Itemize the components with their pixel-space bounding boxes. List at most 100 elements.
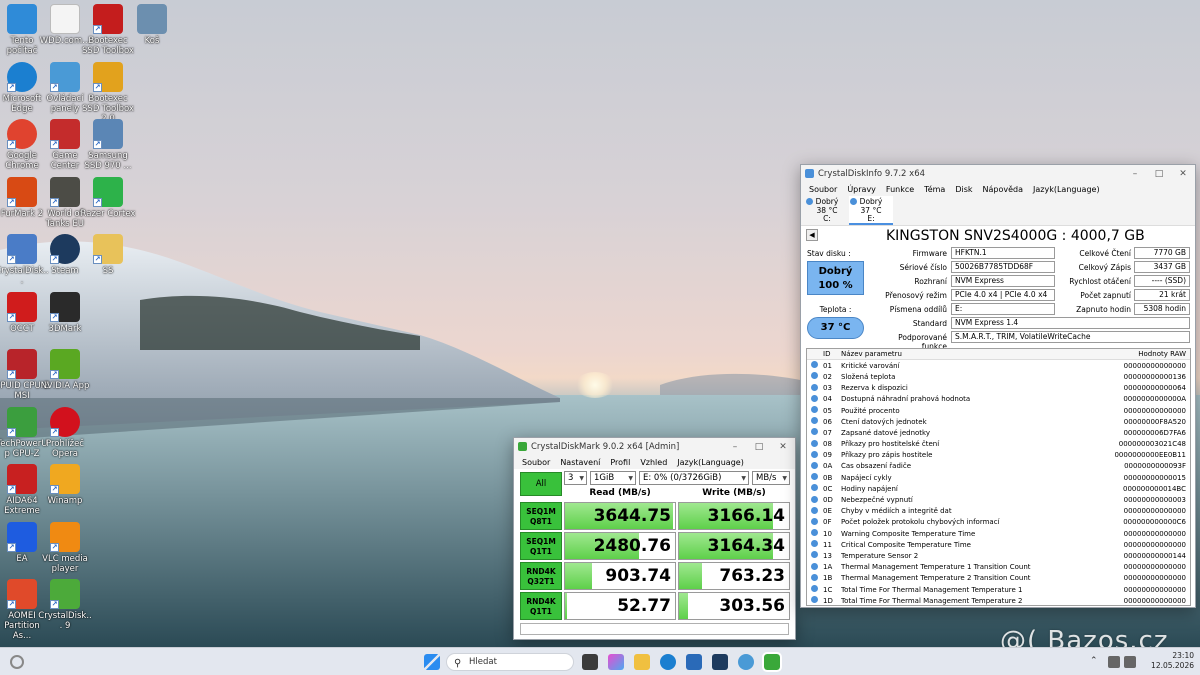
desktop-icon[interactable]: ↗ CrystalDisk... 9 [37, 579, 93, 631]
taskbar-clock[interactable]: 23:10 12.05.2026 [1151, 651, 1194, 671]
desktop-icon[interactable]: ↗ VLC media player [37, 521, 93, 574]
smart-row[interactable]: 1C Total Time For Thermal Management Temp… [807, 584, 1190, 595]
smart-row[interactable]: 05 Použité procento 00000000000000 [807, 405, 1190, 416]
desktop-icon[interactable]: ↗ Prohlížeč Opera [37, 406, 93, 459]
edge-icon[interactable] [660, 654, 676, 670]
close-icon[interactable]: ✕ [1171, 169, 1195, 179]
cdi-menu-item[interactable]: Téma [919, 185, 950, 194]
smart-row[interactable]: 09 Příkazy pro zápis hostitele 0000000000E… [807, 450, 1190, 461]
desktop-icon[interactable]: ↗ NVIDIA App [37, 349, 93, 391]
start-windows-icon[interactable] [424, 654, 440, 670]
smart-name: Hodiny napájení [841, 484, 898, 493]
smart-row[interactable]: 0C Hodiny napájení 000000000014BC [807, 483, 1190, 494]
cdm-menu-item[interactable]: Profil [605, 458, 635, 467]
smart-row[interactable]: 02 Složená teplota 00000000000136 [807, 371, 1190, 382]
steam-icon[interactable] [712, 654, 728, 670]
smart-row[interactable]: 04 Dostupná náhradní prahová hodnota 00000… [807, 394, 1190, 405]
maximize-icon[interactable]: □ [1147, 169, 1171, 179]
store-icon[interactable] [686, 654, 702, 670]
cdm-comment-field[interactable] [520, 623, 789, 635]
desktop-icon[interactable]: ↗ Samsung SSD 970 ... [80, 119, 136, 171]
taskbar-search[interactable]: ⚲ Hledat [446, 653, 574, 671]
smart-raw: 000000003021C48 [1118, 440, 1186, 449]
smart-row[interactable]: 01 Kritické varování 00000000000000 [807, 360, 1190, 371]
cdi-menu-item[interactable]: Úpravy [842, 185, 881, 194]
volume-icon[interactable] [1124, 656, 1136, 668]
cdm-menu-item[interactable]: Vzhled [635, 458, 672, 467]
cdi-menu-item[interactable]: Soubor [804, 185, 842, 194]
info-value: ---- (SSD) [1134, 275, 1190, 287]
smart-id: 10 [823, 529, 832, 538]
info-value: NVM Express [951, 275, 1055, 287]
copilot-icon[interactable] [608, 654, 624, 670]
cdm-titlebar[interactable]: CrystalDiskMark 9.0.2 x64 [Admin] – □ ✕ [514, 438, 795, 455]
count-select[interactable]: 3 ▼ [564, 471, 587, 485]
desktop-icon[interactable]: Koš [124, 4, 180, 46]
smart-row[interactable]: 0F Počet položek protokolu chybových info… [807, 517, 1190, 528]
info-value: 7770 GB [1134, 247, 1190, 259]
drive-tab[interactable]: Dobrý 37 °C E: [849, 196, 893, 225]
desktop-icon-label: VLC media player [42, 553, 88, 574]
drive-select[interactable]: E: 0% (0/3726GiB) ▼ [639, 471, 749, 485]
cdm-menu-item[interactable]: Jazyk(Language) [672, 458, 749, 467]
smart-table[interactable]: ID Název parametru Hodnoty RAW 01 Kritick… [806, 348, 1191, 606]
smart-row[interactable]: 1B Thermal Management Temperature 2 Trans… [807, 573, 1190, 584]
smart-row[interactable]: 03 Rezerva k dispozici 00000000000064 [807, 383, 1190, 394]
smart-name: Napájecí cykly [841, 473, 892, 482]
desktop-icon[interactable]: ↗ Razer Cortex [80, 176, 136, 219]
all-button[interactable]: All [520, 472, 562, 496]
smart-row[interactable]: 10 Warning Composite Temperature Time 0000… [807, 528, 1190, 539]
shortcut-arrow-icon: ↗ [50, 542, 59, 552]
smart-row[interactable]: 08 Příkazy pro hostitelské čtení 000000003… [807, 439, 1190, 450]
drive-tab[interactable]: Dobrý 38 °C C: [805, 196, 849, 225]
write-result-cell: 3164.34 [678, 532, 790, 560]
crystaldiskinfo-taskbar-icon[interactable] [738, 654, 754, 670]
status-dot-icon [810, 406, 818, 414]
widgets-icon[interactable] [10, 655, 24, 669]
cdi-menu-item[interactable]: Nápověda [978, 185, 1029, 194]
smart-row[interactable]: 0D Nebezpečné vypnutí 00000000000003 [807, 494, 1190, 505]
write-result-value: 303.56 [719, 596, 785, 616]
smart-row[interactable]: 1D Total Time For Thermal Management Temp… [807, 595, 1190, 605]
smart-row[interactable]: 1A Thermal Management Temperature 1 Trans… [807, 562, 1190, 573]
close-icon[interactable]: ✕ [771, 442, 795, 452]
info-value: PCIe 4.0 x4 | PCIe 4.0 x4 [951, 289, 1055, 301]
file-explorer-icon[interactable] [634, 654, 650, 670]
crystaldiskinfo-window[interactable]: CrystalDiskInfo 9.7.2 x64 – □ ✕ Soubor Úp… [800, 164, 1196, 608]
desktop-icon[interactable]: ↗ SS [80, 234, 136, 276]
smart-row[interactable]: 13 Temperature Sensor 2 00000000000144 [807, 550, 1190, 561]
crystaldiskmark-taskbar-icon[interactable] [762, 652, 782, 672]
status-dot-icon [810, 506, 818, 514]
prev-disk-icon[interactable]: ◀ [806, 229, 818, 241]
size-select[interactable]: 1GiB ▼ [590, 471, 636, 485]
cdm-menu-item[interactable]: Nastavení [555, 458, 605, 467]
cdm-menu-item[interactable]: Soubor [517, 458, 555, 467]
tray-chevron-icon[interactable]: ⌃ [1090, 656, 1102, 668]
cdi-menu-item[interactable]: Funkce [881, 185, 919, 194]
desktop-icon[interactable]: ↗ Winamp [37, 464, 93, 506]
smart-name: Zapsané datové jednotky [841, 428, 930, 437]
unit-select[interactable]: MB/s ▼ [752, 471, 790, 485]
maximize-icon[interactable]: □ [747, 442, 771, 452]
test-row-label: SEQ1M Q1T1 [520, 532, 562, 560]
cdi-menu-item[interactable]: Disk [950, 185, 977, 194]
task-view-icon[interactable] [582, 654, 598, 670]
crystaldiskmark-window[interactable]: CrystalDiskMark 9.0.2 x64 [Admin] – □ ✕ … [513, 437, 796, 640]
smart-row[interactable]: 11 Critical Composite Temperature Time 000… [807, 539, 1190, 550]
smart-row[interactable]: 0B Napájecí cykly 00000000000015 [807, 472, 1190, 483]
cdi-titlebar[interactable]: CrystalDiskInfo 9.7.2 x64 – □ ✕ [801, 165, 1195, 182]
smart-row[interactable]: 0A Čas obsazení řadiče 0000000000093F [807, 461, 1190, 472]
desktop-icon[interactable]: ↗Bootexec SSD Toolbox 2.0 [80, 61, 136, 124]
minimize-icon[interactable]: – [1123, 169, 1147, 179]
network-icon[interactable] [1108, 656, 1120, 668]
desktop-icon[interactable]: ↗ 3DMark [37, 291, 93, 334]
shortcut-arrow-icon: ↗ [93, 197, 102, 207]
minimize-icon[interactable]: – [723, 442, 747, 452]
desktop-icon-label: Winamp [47, 496, 83, 506]
status-dot-icon [810, 450, 818, 458]
smart-row[interactable]: 07 Zapsané datové jednotky 000000006D7FA6 [807, 427, 1190, 438]
smart-row[interactable]: 0E Chyby v médiích a integritě dat 0000000… [807, 506, 1190, 517]
smart-status-cell [807, 495, 821, 505]
cdi-menu-item[interactable]: Jazyk(Language) [1028, 185, 1105, 194]
smart-row[interactable]: 06 Čtení datových jednotek 00000000F8A520 [807, 416, 1190, 427]
